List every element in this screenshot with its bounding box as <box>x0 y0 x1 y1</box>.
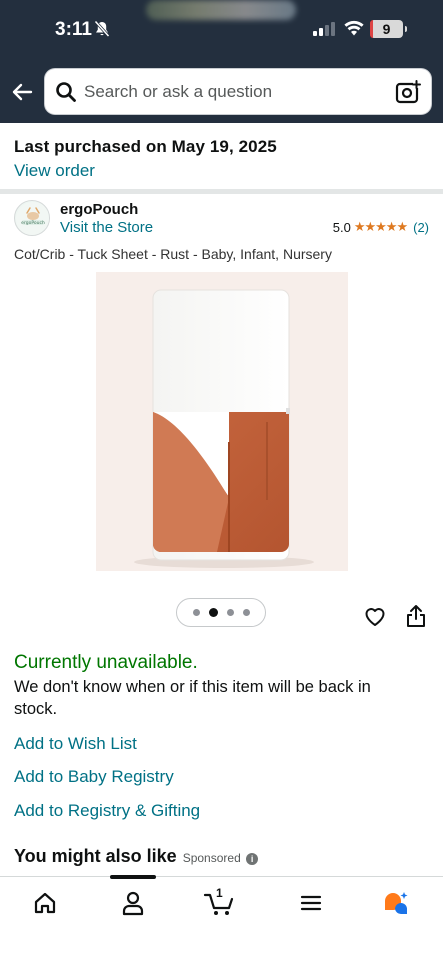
product-image[interactable] <box>96 272 348 571</box>
image-carousel-dots[interactable] <box>176 598 266 627</box>
availability-message: We don't know when or if this item will … <box>14 678 371 718</box>
tuck-sheet-photo <box>134 289 314 568</box>
search-icon <box>56 82 76 102</box>
visit-store-link[interactable]: Visit the Store <box>60 219 153 236</box>
sponsored-text: Sponsored <box>182 851 241 865</box>
status-bar: 3:11 9 <box>0 0 443 60</box>
recommendations-heading: You might also like <box>14 846 177 866</box>
cellular-signal-icon <box>313 22 335 36</box>
battery-indicator: 9 <box>370 20 407 38</box>
recommendations-header: You might also like Sponsored i <box>14 846 259 867</box>
heart-icon[interactable] <box>363 604 387 628</box>
top-bar: 3:11 9 <box>0 0 443 123</box>
add-to-baby-registry-link[interactable]: Add to Baby Registry <box>14 767 174 787</box>
rufus-assistant-icon[interactable] <box>382 889 410 917</box>
brand-name: ergoPouch <box>60 201 139 218</box>
rating-value: 5.0 <box>332 219 351 235</box>
dynamic-island-blur <box>146 0 296 20</box>
add-to-registry-gifting-link[interactable]: Add to Registry & Gifting <box>14 801 200 821</box>
star-rating-icon: ★★★★★ <box>353 219 408 234</box>
product-title: Cot/Crib - Tuck Sheet - Rust - Baby, Inf… <box>14 246 332 262</box>
sponsored-label[interactable]: Sponsored i <box>182 851 259 865</box>
add-to-wish-list-link[interactable]: Add to Wish List <box>14 734 137 754</box>
account-icon[interactable] <box>119 889 147 917</box>
battery-level: 9 <box>382 21 391 37</box>
active-tab-indicator <box>110 875 156 879</box>
battery-fill <box>370 20 373 38</box>
rating-count[interactable]: (2) <box>413 220 429 235</box>
search-bar[interactable] <box>45 69 431 114</box>
last-purchased-section: Last purchased on May 19, 2025 View orde… <box>14 137 277 181</box>
svg-text:ergoPouch: ergoPouch <box>21 220 45 226</box>
availability-status: Currently unavailable. <box>14 652 198 673</box>
cart-button[interactable]: 1 <box>203 886 237 917</box>
wifi-icon <box>344 20 364 36</box>
info-icon[interactable]: i <box>246 852 259 865</box>
carousel-dot[interactable] <box>226 609 234 616</box>
carousel-dot[interactable] <box>192 609 200 616</box>
arrow-left-icon[interactable] <box>10 80 34 104</box>
battery-cap <box>405 26 407 32</box>
rating-summary[interactable]: 5.0 ★★★★★ (2) <box>333 219 429 235</box>
share-icon[interactable] <box>405 604 427 628</box>
menu-icon[interactable] <box>297 889 325 917</box>
brand-logo[interactable]: ergoPouch <box>14 200 50 236</box>
section-divider <box>0 189 443 194</box>
last-purchased-text: Last purchased on May 19, 2025 <box>14 137 277 156</box>
carousel-dot-active[interactable] <box>208 608 218 617</box>
bell-muted-icon <box>94 20 110 38</box>
home-icon[interactable] <box>31 889 59 917</box>
view-order-link[interactable]: View order <box>14 161 277 181</box>
ergopouch-logo-icon: ergoPouch <box>16 202 49 235</box>
cart-count: 1 <box>216 886 223 900</box>
bottom-navigation: 1 <box>0 875 443 960</box>
status-time: 3:11 <box>55 19 92 40</box>
carousel-dot[interactable] <box>242 609 250 616</box>
search-input[interactable] <box>84 78 384 106</box>
camera-lens-icon[interactable] <box>395 79 421 105</box>
